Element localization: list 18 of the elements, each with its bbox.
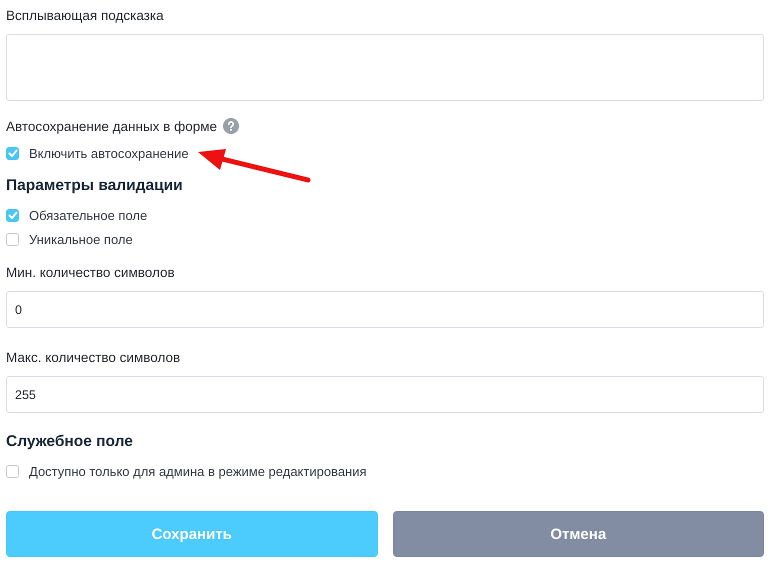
checkbox[interactable] (6, 464, 19, 478)
input-field[interactable]: 0 (6, 291, 764, 328)
checkbox[interactable] (6, 232, 19, 246)
checkbox-label: Уникальное поле (29, 232, 133, 246)
section-heading: Параметры валидации (6, 177, 184, 195)
checkbox[interactable] (6, 208, 19, 222)
checkbox-label: Доступно только для админа в режиме редактирования (29, 464, 367, 478)
text-area[interactable] (6, 34, 764, 101)
field-label: Макс. количество символов (6, 350, 180, 364)
checkbox[interactable] (6, 146, 19, 160)
checkbox-label: Включить автосохранение (29, 146, 189, 160)
field-label: Мин. количество символов (6, 264, 175, 280)
field-label: Всплывающая подсказка (6, 8, 164, 22)
checkbox-label: Обязательное поле (29, 208, 148, 222)
input-field[interactable]: 255 (6, 376, 764, 413)
field-label: Автосохранение данных в форме (6, 118, 217, 134)
section-heading: Служебное поле (6, 433, 134, 451)
help-icon[interactable] (223, 118, 239, 134)
